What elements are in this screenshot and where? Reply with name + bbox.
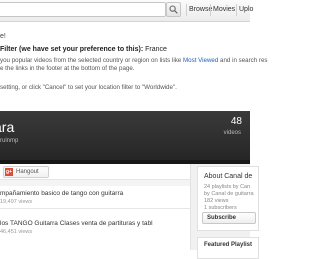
google-plus-icon: g+ xyxy=(5,168,13,176)
notice-line: e the links in the footer at the bottom … xyxy=(0,65,135,73)
nav-browse-link[interactable]: Browse xyxy=(189,5,212,15)
video-title-link[interactable]: los TANGO Guitarra Clases venta de parti… xyxy=(0,220,153,227)
nav-separator xyxy=(236,4,237,16)
most-viewed-link[interactable]: Most Viewed xyxy=(183,57,218,64)
top-bar: Browse Movies Uplo xyxy=(0,0,253,22)
nav-separator xyxy=(186,4,187,16)
subscribe-label: Subscribe xyxy=(207,215,237,221)
nav-separator xyxy=(210,4,211,16)
notice-title: e! xyxy=(0,33,6,40)
notice-line-text: setting, or click "Cancel" to set your l… xyxy=(0,84,177,91)
search-icon xyxy=(169,5,178,14)
share-strip: g+ Hangout xyxy=(0,164,190,180)
notice-line-text: and in search res xyxy=(220,57,268,64)
notice-heading: Filter (we have set your preference to t… xyxy=(0,46,167,53)
nav-movies-link[interactable]: Movies xyxy=(213,5,235,15)
featured-playlist-card: Featured Playlist xyxy=(197,237,259,259)
notice-heading-value: France xyxy=(145,46,167,53)
nav-upload-link[interactable]: Uplo xyxy=(239,5,253,15)
channel-views: 182 views xyxy=(204,198,229,204)
hangout-button[interactable]: g+ Hangout xyxy=(3,166,49,178)
search-button[interactable] xyxy=(166,2,181,17)
video-title-link[interactable]: mpañamiento basico de tango con guitarra xyxy=(0,190,123,197)
channel-username[interactable]: rulnmp xyxy=(0,138,18,144)
search-input[interactable] xyxy=(0,2,166,17)
about-channel-card: About Canal de 24 playlists by Can by Ca… xyxy=(197,166,259,231)
notice-line: you popular videos from the selected cou… xyxy=(0,57,268,65)
notice-heading-label: Filter (we have set your preference to t… xyxy=(0,46,144,53)
hangout-label: Hangout xyxy=(16,169,39,175)
notice-line-text: e the links in the footer at the bottom … xyxy=(0,65,135,72)
playlists-count[interactable]: 24 playlists by Can xyxy=(204,184,250,190)
channel-title[interactable]: ara xyxy=(0,119,14,135)
subscribe-button[interactable]: Subscribe xyxy=(202,212,256,224)
channel-subscribers: 1 subscribers xyxy=(204,205,237,211)
location-filter-notice: e! Filter (we have set your preference t… xyxy=(0,22,268,111)
channel-owner[interactable]: by Canal de guitarra xyxy=(204,191,254,197)
video-count-label: videos xyxy=(223,130,241,136)
video-views: 46,451 views xyxy=(0,229,33,235)
about-channel-title: About Canal de xyxy=(204,173,253,180)
video-count[interactable]: 48 xyxy=(231,116,242,127)
channel-banner: ara rulnmp 48 videos xyxy=(0,111,250,160)
list-divider xyxy=(0,208,190,209)
notice-line: setting, or click "Cancel" to set your l… xyxy=(0,84,177,92)
feed-gap xyxy=(0,180,190,186)
video-views: 19,497 views xyxy=(0,199,33,205)
channel-feed: g+ Hangout mpañamiento basico de tango c… xyxy=(0,164,191,250)
featured-playlist-title: Featured Playlist xyxy=(204,242,253,248)
notice-line-text: you popular videos from the selected cou… xyxy=(0,57,182,64)
